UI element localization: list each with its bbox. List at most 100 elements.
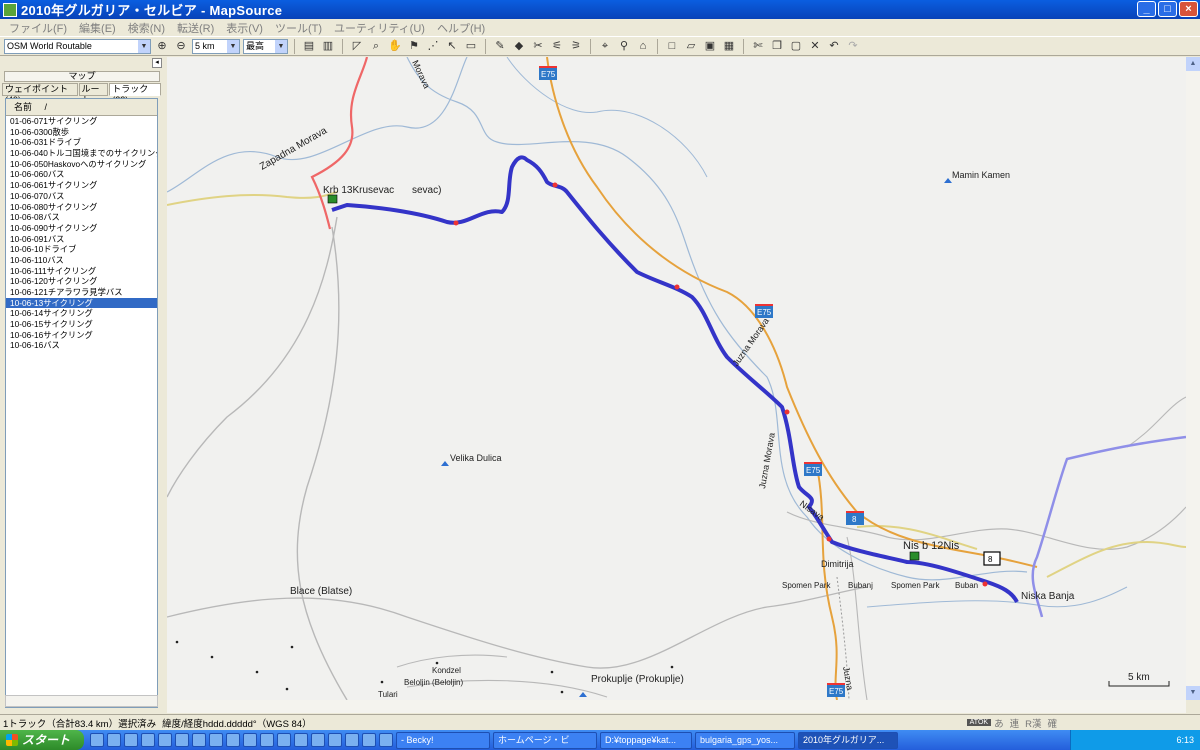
quicklaunch-icon[interactable] <box>192 733 206 747</box>
track-list-item[interactable]: 10-06-061サイクリング <box>6 180 157 191</box>
track-list-item[interactable]: 10-06-111サイクリング <box>6 266 157 277</box>
zoom-tool-icon[interactable]: ⌕ <box>368 38 384 54</box>
track-list-item[interactable]: 10-06-14サイクリング <box>6 308 157 319</box>
pointer-tool-icon[interactable]: ↖ <box>444 38 460 54</box>
menu-view[interactable]: 表示(V) <box>220 20 269 36</box>
track-list-item[interactable]: 10-06-090サイクリング <box>6 223 157 234</box>
map-tab[interactable]: マップ <box>4 71 160 82</box>
clock[interactable]: 6:13 <box>1176 735 1194 745</box>
quicklaunch-icon[interactable] <box>90 733 104 747</box>
quicklaunch-icon[interactable] <box>243 733 257 747</box>
quicklaunch-icon[interactable] <box>158 733 172 747</box>
track-list-item[interactable]: 10-06-0300散歩 <box>6 127 157 138</box>
map-product-select[interactable]: OSM World Routable ▼ <box>4 38 151 54</box>
track-list-item[interactable]: 10-06-050Haskovoへのサイクリング <box>6 159 157 170</box>
track-point-marker[interactable] <box>674 284 680 290</box>
route-tool-icon[interactable]: ⋰ <box>425 38 441 54</box>
quicklaunch-icon[interactable] <box>277 733 291 747</box>
map-label-krusevac-waypoint[interactable]: Krb 13Krusevac <box>323 185 394 196</box>
join-track-icon[interactable]: ⚞ <box>568 38 584 54</box>
menu-tools[interactable]: ツール(T) <box>269 20 328 36</box>
peak-icon[interactable] <box>441 461 449 466</box>
track-point-marker[interactable] <box>784 409 790 415</box>
map-view[interactable]: E75 E75 E75 E75 8 8 Morava Zapadna Morav… <box>167 57 1186 700</box>
quicklaunch-icon[interactable] <box>175 733 189 747</box>
track-list-item[interactable]: 10-06-031ドライブ <box>6 137 157 148</box>
tab-waypoints[interactable]: ウェイポイント(49) <box>2 83 78 105</box>
quicklaunch-icon[interactable] <box>311 733 325 747</box>
map-horizontal-scrollbar[interactable] <box>167 700 1186 713</box>
quicklaunch-icon[interactable] <box>379 733 393 747</box>
track-list-item[interactable]: 10-06-110バス <box>6 255 157 266</box>
prokuplje-city-icon[interactable] <box>579 692 587 697</box>
track-point-marker[interactable] <box>552 182 558 188</box>
map-label-velika-dulica[interactable]: Velika Dulica <box>450 453 502 463</box>
minimize-button[interactable]: _ <box>1137 1 1156 17</box>
erase-tool-icon[interactable]: ✂ <box>530 38 546 54</box>
ime-mode-hiragana[interactable]: あ <box>991 716 1007 730</box>
track-list-item[interactable]: 10-06-15サイクリング <box>6 319 157 330</box>
start-button[interactable]: スタート <box>0 730 84 750</box>
track-list-item[interactable]: 10-06-10ドライブ <box>6 244 157 255</box>
track-point-marker[interactable] <box>982 581 988 587</box>
receive-from-device-icon[interactable]: ▥ <box>320 38 336 54</box>
track-list-item[interactable]: 10-06-040トルコ国境までのサイクリング <box>6 148 157 159</box>
quicklaunch-icon[interactable] <box>209 733 223 747</box>
track-list-item[interactable]: 01-06-071サイクリング <box>6 116 157 127</box>
track-list-item[interactable]: 10-06-080サイクリング <box>6 202 157 213</box>
task-homepage-builder[interactable]: ホームページ・ビ <box>493 731 597 749</box>
measure-tool-icon[interactable]: ▭ <box>463 38 479 54</box>
quicklaunch-icon[interactable] <box>294 733 308 747</box>
track-list-item[interactable]: 10-06-060バス <box>6 169 157 180</box>
menu-transfer[interactable]: 転送(R) <box>171 20 220 36</box>
redo-icon[interactable]: ↷ <box>845 38 861 54</box>
scroll-up-icon[interactable]: ▲ <box>1186 57 1200 71</box>
map-vertical-scrollbar[interactable]: ▲ ▼ <box>1186 57 1200 700</box>
waypoint-flag-icon[interactable] <box>909 551 920 561</box>
track-list-item[interactable]: 10-06-13サイクリング <box>6 297 157 309</box>
maximize-button[interactable]: □ <box>1158 1 1177 17</box>
print-icon[interactable]: ▦ <box>721 38 737 54</box>
waypoint-tool-icon[interactable]: ⚑ <box>406 38 422 54</box>
highlight-tool-icon[interactable]: ◆ <box>511 38 527 54</box>
gps-track-line[interactable] <box>331 155 1019 603</box>
quicklaunch-icon[interactable] <box>226 733 240 747</box>
map-label-nis-waypoint[interactable]: Nis b 12Nis <box>903 540 960 552</box>
scroll-down-icon[interactable]: ▼ <box>1186 686 1200 700</box>
divide-track-icon[interactable]: ⚟ <box>549 38 565 54</box>
ime-mode-atok[interactable]: ATOK <box>966 719 992 726</box>
quicklaunch-icon[interactable] <box>141 733 155 747</box>
detail-select[interactable]: 最高 ▼ <box>243 38 288 54</box>
save-icon[interactable]: ▣ <box>702 38 718 54</box>
quicklaunch-icon[interactable] <box>260 733 274 747</box>
track-list-item[interactable]: 10-06-121チアラワラ見学バス <box>6 287 157 298</box>
tab-tracks[interactable]: トラック(22) <box>109 83 162 105</box>
ime-mode-ren[interactable]: 連 <box>1007 716 1023 730</box>
find-address-icon[interactable]: ⌂ <box>635 38 651 54</box>
track-list-item[interactable]: 10-06-070バス <box>6 191 157 202</box>
close-button[interactable]: × <box>1179 1 1198 17</box>
quicklaunch-icon[interactable] <box>345 733 359 747</box>
zoom-scale-select[interactable]: 5 km ▼ <box>192 38 240 54</box>
zoom-out-icon[interactable]: ⊖ <box>173 38 189 54</box>
track-list-item[interactable]: 10-06-16サイクリング <box>6 330 157 341</box>
quicklaunch-icon[interactable] <box>124 733 138 747</box>
menu-help[interactable]: ヘルプ(H) <box>431 20 491 36</box>
quicklaunch-icon[interactable] <box>328 733 342 747</box>
copy-icon[interactable]: ❐ <box>769 38 785 54</box>
task-mapsource[interactable]: 2010年グルガリア... <box>798 731 898 749</box>
quicklaunch-icon[interactable] <box>107 733 121 747</box>
menu-edit[interactable]: 編集(E) <box>73 20 122 36</box>
waypoint-flag-icon[interactable] <box>327 194 338 204</box>
paste-icon[interactable]: ▢ <box>788 38 804 54</box>
tab-routes[interactable]: ルート <box>78 83 109 105</box>
track-list-item[interactable]: 10-06-08バス <box>6 212 157 223</box>
find-nearby-icon[interactable]: ⚲ <box>616 38 632 54</box>
ime-mode-rkan[interactable]: R漢 <box>1022 716 1044 730</box>
zoom-in-icon[interactable]: ⊕ <box>154 38 170 54</box>
track-point-marker[interactable] <box>453 220 459 226</box>
task-explorer-toppage[interactable]: D:¥toppage¥kat... <box>600 731 692 749</box>
cut-icon[interactable]: ✄ <box>750 38 766 54</box>
map-canvas[interactable]: E75 E75 E75 E75 8 8 Morava Zapadna Morav… <box>167 57 1186 700</box>
map-label-mamin-kamen[interactable]: Mamin Kamen <box>952 170 1010 180</box>
